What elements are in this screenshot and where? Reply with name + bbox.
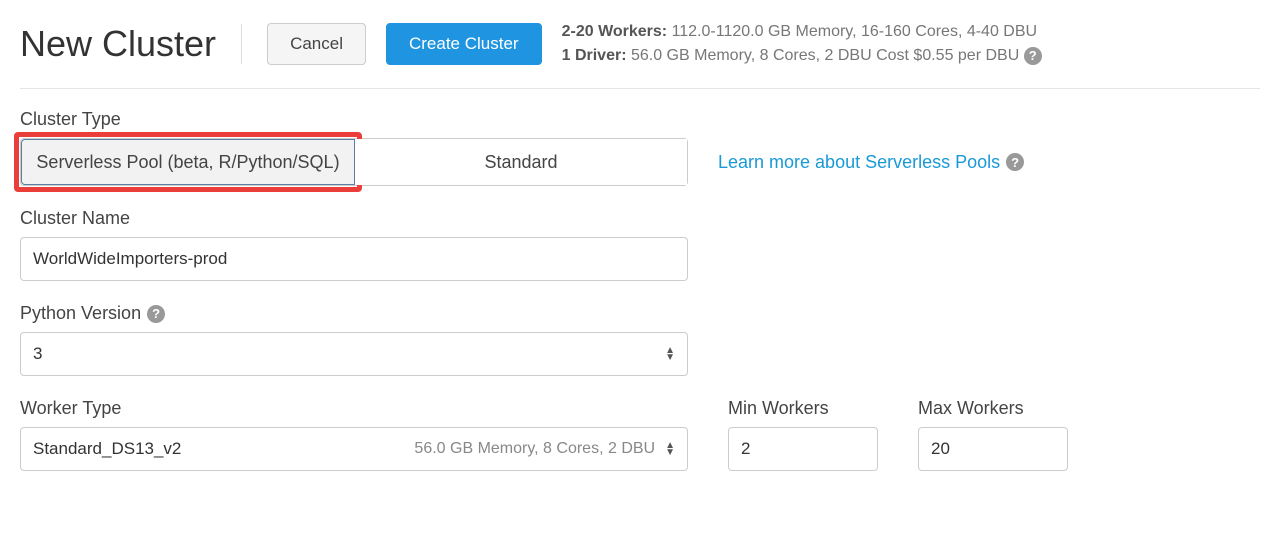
cluster-name-label: Cluster Name (20, 208, 1260, 229)
min-workers-input[interactable] (728, 427, 878, 471)
python-version-label: Python Version ? (20, 303, 1260, 324)
worker-type-label: Worker Type (20, 398, 688, 419)
cluster-type-segmented: Serverless Pool (beta, R/Python/SQL) Sta… (20, 138, 688, 186)
cluster-type-serverless-label: Serverless Pool (beta, R/Python/SQL) (36, 152, 339, 173)
worker-type-value: Standard_DS13_v2 (33, 439, 181, 459)
learn-more-link[interactable]: Learn more about Serverless Pools ? (718, 152, 1024, 173)
create-cluster-button[interactable]: Create Cluster (386, 23, 542, 65)
cluster-type-standard-label: Standard (484, 152, 557, 173)
max-workers-input[interactable] (918, 427, 1068, 471)
python-version-label-text: Python Version (20, 303, 141, 324)
python-version-value: 3 (33, 344, 42, 364)
driver-summary-text: 56.0 GB Memory, 8 Cores, 2 DBU Cost $0.5… (627, 47, 1024, 64)
page-title: New Cluster (20, 23, 216, 65)
learn-more-text: Learn more about Serverless Pools (718, 152, 1000, 173)
workers-summary-text: 112.0-1120.0 GB Memory, 16-160 Cores, 4-… (667, 23, 1037, 40)
help-icon[interactable]: ? (147, 305, 165, 323)
worker-type-meta: 56.0 GB Memory, 8 Cores, 2 DBU (414, 440, 655, 458)
cancel-button[interactable]: Cancel (267, 23, 366, 65)
cluster-summary: 2-20 Workers: 112.0-1120.0 GB Memory, 16… (562, 20, 1042, 68)
workers-summary-label: 2-20 Workers: (562, 23, 668, 40)
cluster-type-label: Cluster Type (20, 109, 1260, 130)
updown-icon: ▲▼ (665, 347, 675, 361)
worker-type-select[interactable]: Standard_DS13_v2 56.0 GB Memory, 8 Cores… (20, 427, 688, 471)
python-version-select[interactable]: 3 ▲▼ (20, 332, 688, 376)
driver-summary-label: 1 Driver: (562, 47, 627, 64)
cluster-name-input[interactable] (20, 237, 688, 281)
cluster-type-standard[interactable]: Standard (355, 139, 687, 185)
cluster-type-serverless[interactable]: Serverless Pool (beta, R/Python/SQL) (21, 139, 355, 185)
help-icon[interactable]: ? (1024, 47, 1042, 65)
help-icon[interactable]: ? (1006, 153, 1024, 171)
divider (241, 24, 242, 64)
updown-icon: ▲▼ (665, 442, 675, 456)
min-workers-label: Min Workers (728, 398, 878, 419)
max-workers-label: Max Workers (918, 398, 1068, 419)
